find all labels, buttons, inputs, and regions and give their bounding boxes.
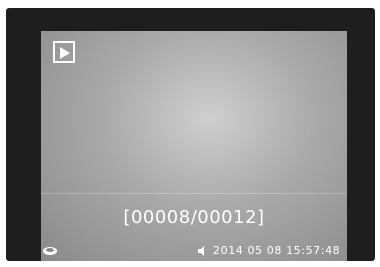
battery-icon: [43, 247, 57, 255]
play-icon[interactable]: [53, 41, 75, 63]
image-counter: [00008/00012]: [123, 207, 265, 228]
horizon-line: [41, 193, 347, 194]
audio-icon: [198, 246, 204, 256]
capture-timestamp: 2014 05 08 15:57:48: [213, 244, 341, 257]
lcd-playback-screen: [00008/00012] 2014 05 08 15:57:48: [41, 31, 347, 261]
play-triangle: [60, 47, 70, 59]
